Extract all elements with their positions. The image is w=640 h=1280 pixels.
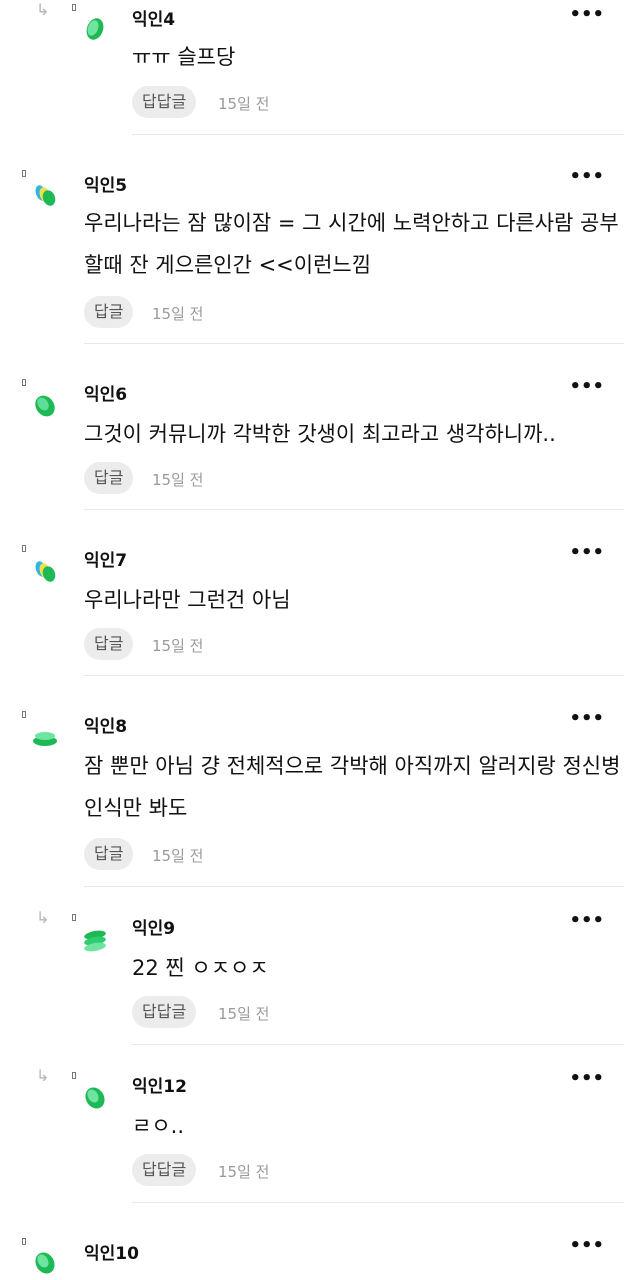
author-name[interactable]: 익인5 bbox=[84, 171, 127, 196]
timestamp: 15일 전 bbox=[152, 637, 204, 655]
timestamp: 15일 전 bbox=[218, 1005, 270, 1023]
comment-text: ㄹㅇ.. bbox=[132, 1114, 184, 1138]
timestamp: 15일 전 bbox=[218, 1163, 270, 1181]
comment-text: 우리나라만 그런건 아님 bbox=[84, 588, 291, 612]
comment-text: ㅠㅠ 슬프당 bbox=[132, 45, 236, 69]
avatar[interactable] bbox=[32, 393, 58, 419]
author-name[interactable]: 익인9 bbox=[132, 914, 175, 939]
author-name[interactable]: 익인7 bbox=[84, 546, 127, 571]
author-name[interactable]: 익인4 bbox=[132, 5, 175, 30]
reply-arrow-icon: ↳ bbox=[36, 1066, 50, 1085]
reply-button[interactable]: 답답글 bbox=[132, 1154, 197, 1186]
reply-button[interactable]: 답답글 bbox=[132, 996, 197, 1028]
divider bbox=[132, 1202, 624, 1203]
reply-button[interactable]: 답글 bbox=[84, 838, 134, 870]
avatar[interactable] bbox=[32, 1250, 58, 1276]
timestamp: 15일 전 bbox=[218, 95, 270, 113]
comment-text: 잠 뿐만 아님 걍 전체적으로 각박해 아직까지 알러지랑 정신병 인식만 봐도 bbox=[84, 754, 621, 820]
reply-button[interactable]: 답글 bbox=[84, 296, 134, 328]
avatar[interactable] bbox=[82, 16, 108, 42]
comment-text: 그것이 커뮤니까 각박한 갓생이 최고라고 생각하니까.. bbox=[84, 422, 556, 446]
divider bbox=[84, 886, 624, 887]
divider bbox=[132, 134, 624, 135]
divider bbox=[132, 1044, 624, 1045]
marker-icon bbox=[22, 545, 26, 552]
avatar[interactable] bbox=[32, 558, 58, 584]
avatar[interactable] bbox=[82, 1085, 108, 1111]
divider bbox=[84, 509, 624, 510]
timestamp: 15일 전 bbox=[152, 471, 204, 489]
marker-icon bbox=[72, 1072, 76, 1079]
timestamp: 15일 전 bbox=[152, 847, 204, 865]
reply-arrow-icon: ↳ bbox=[36, 0, 50, 19]
divider bbox=[84, 675, 624, 676]
author-name[interactable]: 익인10 bbox=[84, 1239, 139, 1264]
marker-icon bbox=[22, 1238, 26, 1245]
more-options-icon[interactable]: ••• bbox=[569, 6, 604, 24]
more-options-icon[interactable]: ••• bbox=[569, 378, 604, 396]
marker-icon bbox=[22, 379, 26, 386]
timestamp: 15일 전 bbox=[152, 305, 204, 323]
more-options-icon[interactable]: ••• bbox=[569, 710, 604, 728]
comment-text: 22 찐 ㅇㅈㅇㅈ bbox=[132, 956, 269, 980]
marker-icon bbox=[72, 4, 76, 11]
more-options-icon[interactable]: ••• bbox=[569, 912, 604, 930]
reply-button[interactable]: 답글 bbox=[84, 462, 134, 494]
more-options-icon[interactable]: ••• bbox=[569, 1070, 604, 1088]
reply-button[interactable]: 답글 bbox=[84, 628, 134, 660]
reply-arrow-icon: ↳ bbox=[36, 908, 50, 927]
marker-icon bbox=[22, 711, 26, 718]
author-name[interactable]: 익인6 bbox=[84, 380, 127, 405]
avatar[interactable] bbox=[32, 726, 58, 752]
avatar[interactable] bbox=[82, 927, 108, 953]
marker-icon bbox=[72, 914, 76, 921]
author-name[interactable]: 익인12 bbox=[132, 1072, 187, 1097]
avatar[interactable] bbox=[32, 182, 58, 208]
more-options-icon[interactable]: ••• bbox=[569, 1237, 604, 1255]
marker-icon bbox=[22, 170, 26, 177]
author-name[interactable]: 익인8 bbox=[84, 712, 127, 737]
comment-text: 우리나라는 잠 많이잠 = 그 시간에 노력안하고 다른사람 공부할때 잔 게으… bbox=[84, 211, 619, 277]
more-options-icon[interactable]: ••• bbox=[569, 544, 604, 562]
more-options-icon[interactable]: ••• bbox=[569, 168, 604, 186]
divider bbox=[84, 343, 624, 344]
reply-button[interactable]: 답답글 bbox=[132, 86, 197, 118]
